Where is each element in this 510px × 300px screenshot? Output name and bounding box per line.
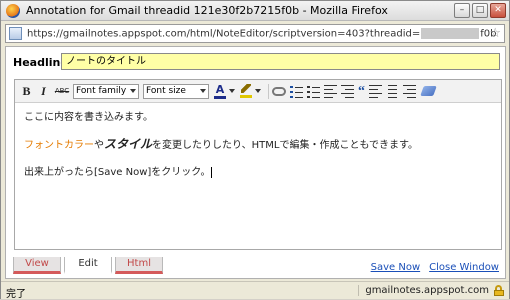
editor-toolbar: B I ABC Font family Font size A “ [15, 80, 501, 103]
status-text: 完了 [6, 289, 26, 300]
status-domain: gmailnotes.appspot.com [358, 285, 489, 296]
tab-edit[interactable]: Edit [64, 257, 112, 274]
align-left-icon[interactable] [369, 84, 382, 98]
text-cursor [210, 166, 212, 178]
rich-text-editor: B I ABC Font family Font size A “ ここに内容を… [14, 79, 502, 250]
orange-text: フォントカラー [24, 140, 94, 151]
line2-rest: を変更したりしたり、HTMLで編集・作成こともできます。 [152, 140, 419, 151]
font-color-dropdown-icon[interactable] [229, 89, 235, 93]
headline-input[interactable]: ノートのタイトル [61, 53, 500, 70]
align-right-icon[interactable] [403, 84, 416, 98]
action-links: Save Now Close Window [371, 262, 499, 273]
editor-mode-tabs: View Edit Html [13, 257, 166, 275]
tab-html[interactable]: Html [115, 257, 163, 274]
blockquote-icon[interactable]: “ [358, 84, 365, 98]
chevron-down-icon [130, 88, 136, 93]
highlight-dropdown-icon[interactable] [255, 89, 261, 93]
line3-text: 出来上がったら[Save Now]をクリック。 [24, 167, 211, 178]
browser-window: Annotation for Gmail threadid 121e30f2b7… [0, 0, 510, 300]
url-bar[interactable]: https://gmailnotes.appspot.com/html/Note… [5, 24, 505, 43]
headline-label: Headline [13, 56, 68, 69]
url-text[interactable]: https://gmailnotes.appspot.com/html/Note… [27, 27, 496, 39]
window-title: Annotation for Gmail threadid 121e30f2b7… [26, 4, 388, 17]
italic-button[interactable]: I [36, 84, 51, 99]
font-color-glyph: A [215, 82, 225, 96]
close-icon[interactable]: ✕ [490, 3, 506, 18]
close-window-link[interactable]: Close Window [429, 262, 499, 273]
headline-row: Headline ノートのタイトル [6, 53, 505, 71]
numbered-list-icon[interactable] [290, 85, 303, 98]
remove-format-icon[interactable] [420, 86, 437, 96]
highlight-color-icon[interactable] [239, 83, 253, 99]
window-controls: – □ ✕ [454, 3, 506, 18]
firefox-icon [6, 3, 20, 18]
bullet-list-icon[interactable] [307, 85, 320, 98]
toolbar-divider [268, 83, 269, 99]
save-now-link[interactable]: Save Now [371, 262, 421, 273]
outdent-icon[interactable] [324, 84, 337, 98]
status-bar: 完了 gmailnotes.appspot.com [1, 281, 509, 300]
styled-text: スタイル [104, 137, 153, 151]
bookmark-star-icon[interactable]: ☆ [489, 26, 501, 41]
link-icon[interactable] [272, 86, 286, 96]
editor-body[interactable]: ここに内容を書き込みます。 フォントカラーやスタイルを変更したりしたり、HTML… [24, 111, 494, 193]
font-color-icon[interactable]: A [213, 82, 227, 99]
tab-view[interactable]: View [13, 257, 61, 274]
line2-connector: や [94, 140, 104, 151]
lock-icon[interactable] [494, 285, 504, 296]
strikethrough-button[interactable]: ABC [53, 84, 71, 99]
page-content: Headline ノートのタイトル B I ABC Font family Fo… [5, 46, 506, 279]
title-bar: Annotation for Gmail threadid 121e30f2b7… [1, 1, 509, 21]
editor-line-1: ここに内容を書き込みます。 [24, 112, 153, 123]
align-center-icon[interactable] [386, 84, 399, 98]
indent-icon[interactable] [341, 84, 354, 98]
chevron-down-icon [200, 88, 206, 93]
editor-line-3: 出来上がったら[Save Now]をクリック。 [24, 166, 494, 179]
editor-line-2: フォントカラーやスタイルを変更したりしたり、HTMLで編集・作成こともできます。 [24, 138, 494, 152]
font-size-select[interactable]: Font size [143, 83, 209, 99]
maximize-icon[interactable]: □ [472, 3, 488, 18]
bold-button[interactable]: B [19, 84, 34, 99]
site-icon [9, 27, 22, 40]
font-family-value: Font family [76, 86, 127, 96]
url-redacted [421, 27, 480, 39]
font-size-value: Font size [146, 86, 186, 96]
font-family-select[interactable]: Font family [73, 83, 139, 99]
minimize-icon[interactable]: – [454, 3, 470, 18]
